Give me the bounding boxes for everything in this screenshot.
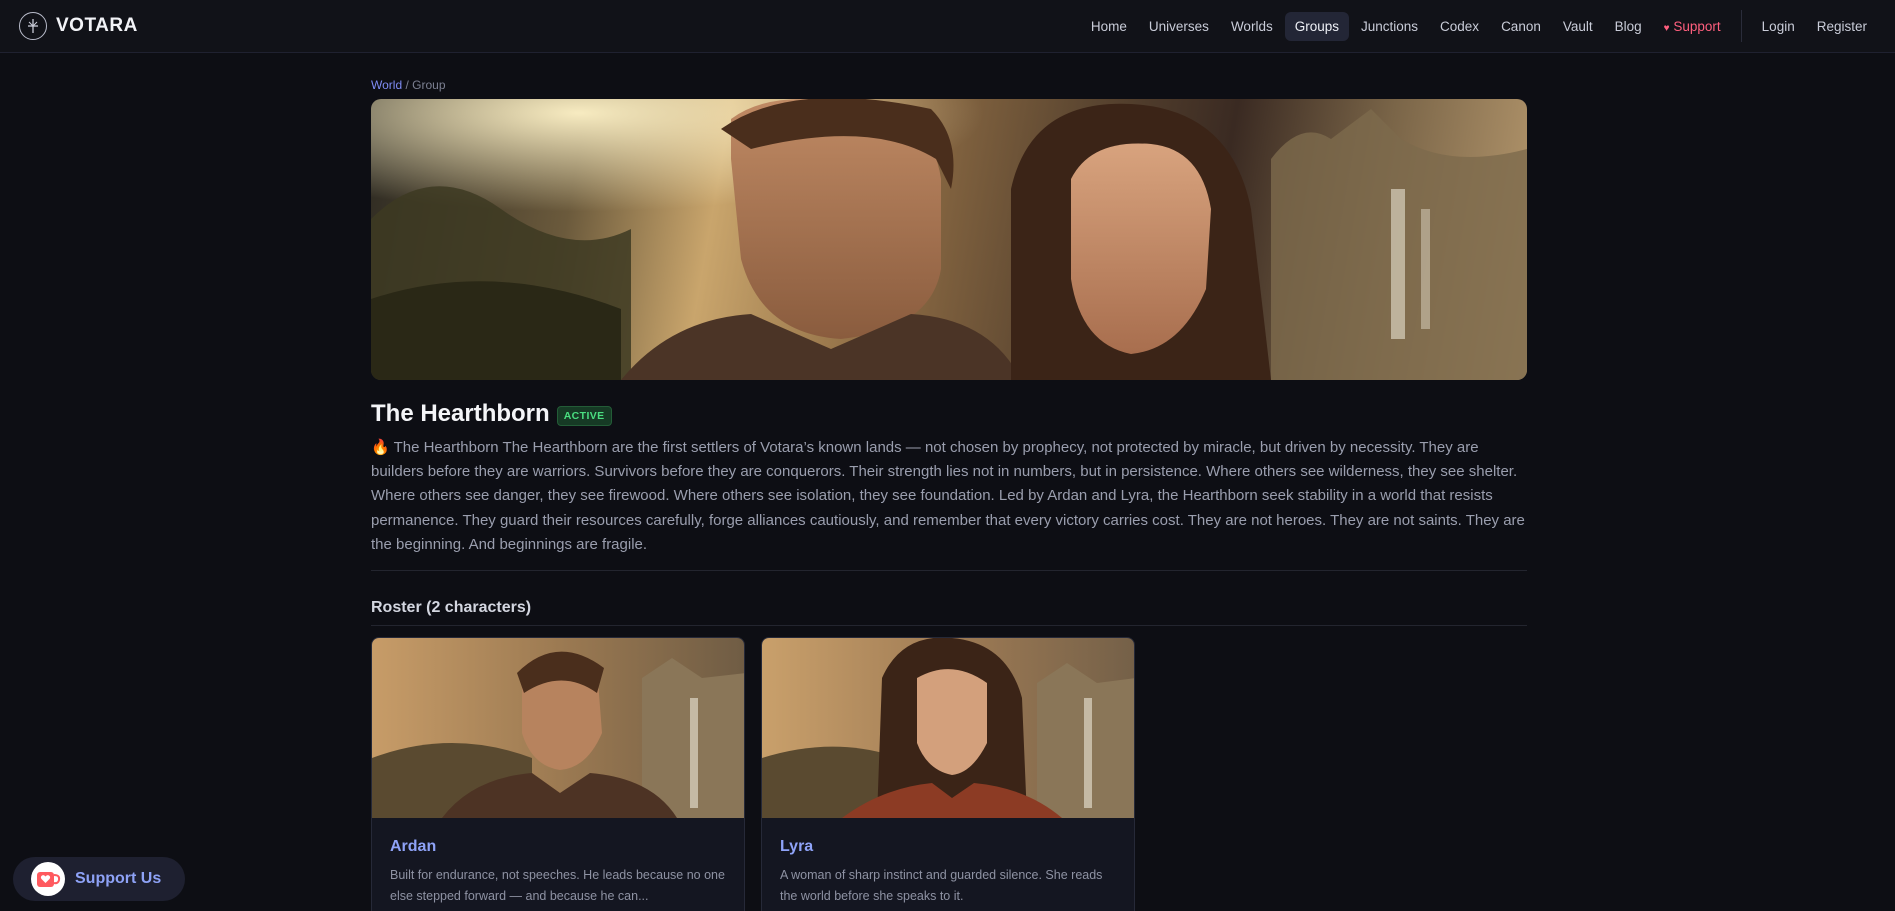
nav-item-junctions[interactable]: Junctions: [1351, 12, 1428, 41]
nav-item-vault[interactable]: Vault: [1553, 12, 1603, 41]
character-description: Built for endurance, not speeches. He le…: [390, 868, 725, 904]
support-us-label: Support Us: [75, 870, 162, 887]
brand-name: VOTARA: [56, 15, 138, 36]
nav-item-universes[interactable]: Universes: [1139, 12, 1219, 41]
main-content: World / Group The Hearthborn ACTIVE 🔥 Th…: [371, 78, 1527, 911]
breadcrumb: World / Group: [371, 78, 1527, 94]
nav-item-codex[interactable]: Codex: [1430, 12, 1489, 41]
character-portrait-ardan: [372, 638, 744, 819]
nav-divider: [1740, 10, 1742, 42]
roster-divider: [371, 625, 1527, 627]
character-description: A woman of sharp instinct and guarded si…: [780, 868, 1103, 904]
group-description: 🔥 The Hearthborn The Hearthborn are the …: [371, 439, 1525, 553]
nav-item-groups[interactable]: Groups: [1284, 11, 1349, 41]
nav-item-worlds[interactable]: Worlds: [1221, 12, 1283, 41]
brand[interactable]: VOTARA: [19, 12, 138, 40]
divider: [371, 570, 1527, 572]
login-link[interactable]: Login: [1752, 12, 1805, 41]
status-badge: ACTIVE: [556, 405, 612, 426]
nav-item-home[interactable]: Home: [1081, 12, 1137, 41]
coffee-cup-heart-icon: [31, 862, 65, 896]
group-title: The Hearthborn: [371, 400, 550, 427]
roster-cards: Ardan Built for endurance, not speeches.…: [371, 637, 1527, 911]
breadcrumb-current: Group: [412, 78, 446, 92]
character-card-ardan[interactable]: Ardan Built for endurance, not speeches.…: [371, 637, 745, 911]
character-portrait-lyra: [762, 638, 1134, 819]
support-label: Support: [1673, 18, 1721, 34]
heart-icon: ♥: [1663, 22, 1670, 34]
main-nav: Home Universes Worlds Groups Junctions C…: [1079, 10, 1877, 42]
compass-icon: [19, 12, 47, 40]
register-link[interactable]: Register: [1807, 12, 1877, 41]
group-title-row: The Hearthborn ACTIVE: [371, 400, 1527, 428]
top-navbar: VOTARA Home Universes Worlds Groups Junc…: [0, 0, 1895, 53]
nav-item-support[interactable]: ♥ Support: [1654, 12, 1731, 41]
character-name[interactable]: Lyra: [780, 838, 1116, 856]
breadcrumb-separator: /: [405, 78, 409, 92]
roster-title: Roster (2 characters): [371, 599, 532, 617]
character-name[interactable]: Ardan: [390, 838, 726, 856]
character-card-lyra[interactable]: Lyra A woman of sharp instinct and guard…: [761, 637, 1135, 911]
breadcrumb-world-link[interactable]: World: [371, 78, 402, 92]
group-banner-image: [371, 99, 1527, 380]
nav-item-canon[interactable]: Canon: [1491, 12, 1551, 41]
nav-item-blog[interactable]: Blog: [1605, 12, 1652, 41]
support-us-button[interactable]: Support Us: [13, 857, 185, 901]
